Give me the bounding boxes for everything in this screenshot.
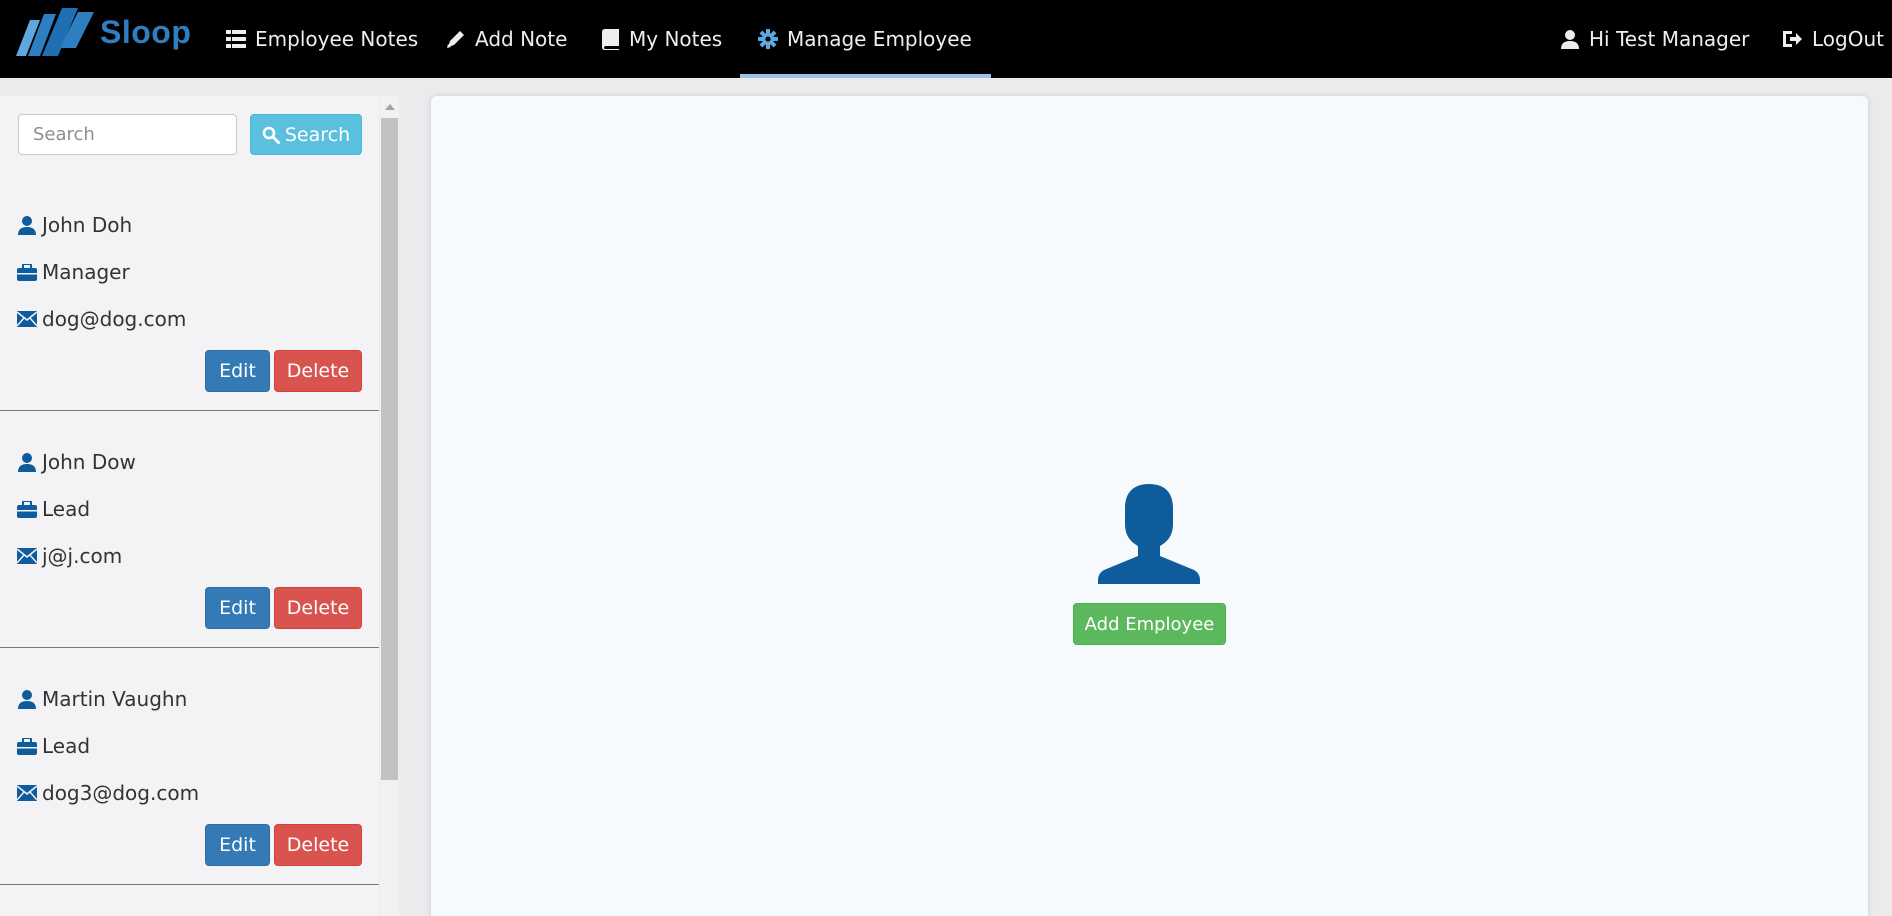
user-silhouette-icon [1098, 484, 1200, 584]
briefcase-icon [17, 263, 37, 281]
employee-role: Manager [42, 260, 130, 284]
list-icon [226, 30, 246, 48]
employee-email-row: dog3@dog.com [17, 781, 199, 805]
envelope-icon [17, 311, 37, 327]
employee-role: Lead [42, 734, 91, 758]
edit-button[interactable]: Edit [205, 350, 270, 392]
edit-button[interactable]: Edit [205, 824, 270, 866]
pencil-icon [447, 31, 464, 48]
employee-name-row: John Doh [17, 213, 132, 237]
user-greeting-label: Hi Test Manager [1589, 27, 1750, 51]
employee-role: Lead [42, 497, 91, 521]
nav-add-note[interactable]: Add Note [446, 0, 567, 78]
edit-button[interactable]: Edit [205, 587, 270, 629]
delete-button[interactable]: Delete [274, 824, 362, 866]
logout-icon [1783, 31, 1802, 47]
employee-name-row: John Dow [17, 450, 136, 474]
logout-link[interactable]: LogOut [1781, 0, 1884, 78]
delete-button[interactable]: Delete [274, 350, 362, 392]
employee-sidebar: Search John Doh Manager dog@dog.com Edit… [0, 96, 379, 916]
active-tab-indicator [740, 74, 991, 78]
employee-name-row: Martin Vaughn [17, 687, 187, 711]
sloop-logo-icon [16, 8, 94, 56]
briefcase-icon [17, 500, 37, 518]
employee-name: Martin Vaughn [42, 687, 188, 711]
employee-card: John Doh Manager dog@dog.com Edit Delete [0, 96, 379, 411]
envelope-icon [17, 785, 37, 801]
employee-role-row: Lead [17, 734, 90, 758]
user-icon [18, 690, 36, 709]
scrollbar-thumb[interactable] [381, 118, 398, 780]
employee-role-row: Lead [17, 497, 90, 521]
main-panel: Add Employee [431, 96, 1868, 916]
sidebar-scrollbar[interactable] [380, 96, 399, 916]
brand-name: Sloop [100, 13, 192, 50]
employee-email: j@j.com [42, 544, 123, 568]
top-navbar: Sloop Employee Notes Add Note My Notes M… [0, 0, 1892, 78]
user-icon [18, 216, 36, 235]
gear-icon [758, 29, 778, 49]
employee-card: John Dow Lead j@j.com Edit Delete [0, 411, 379, 648]
user-greeting[interactable]: Hi Test Manager [1560, 0, 1749, 78]
nav-my-notes-label: My Notes [629, 27, 723, 51]
employee-card: Martin Vaughn Lead dog3@dog.com Edit Del… [0, 648, 379, 885]
employee-name: John Dow [42, 450, 136, 474]
briefcase-icon [17, 737, 37, 755]
nav-manage-employee[interactable]: Manage Employee [740, 0, 991, 78]
nav-employee-notes-label: Employee Notes [255, 27, 419, 51]
book-icon [602, 28, 619, 50]
employee-role-row: Manager [17, 260, 130, 284]
nav-add-note-label: Add Note [475, 27, 568, 51]
employee-email-row: dog@dog.com [17, 307, 186, 331]
envelope-icon [17, 548, 37, 564]
add-employee-button[interactable]: Add Employee [1073, 603, 1226, 645]
brand-logo[interactable]: Sloop [16, 8, 191, 56]
employee-email-row: j@j.com [17, 544, 122, 568]
scroll-up-arrow-icon[interactable] [385, 104, 395, 110]
nav-manage-employee-label: Manage Employee [787, 27, 972, 51]
employee-email: dog@dog.com [42, 307, 187, 331]
employee-email: dog3@dog.com [42, 781, 200, 805]
logout-label: LogOut [1812, 27, 1884, 51]
user-icon [18, 453, 36, 472]
delete-button[interactable]: Delete [274, 587, 362, 629]
user-icon [1561, 30, 1579, 49]
employee-name: John Doh [42, 213, 133, 237]
nav-employee-notes[interactable]: Employee Notes [226, 0, 418, 78]
nav-my-notes[interactable]: My Notes [602, 0, 722, 78]
